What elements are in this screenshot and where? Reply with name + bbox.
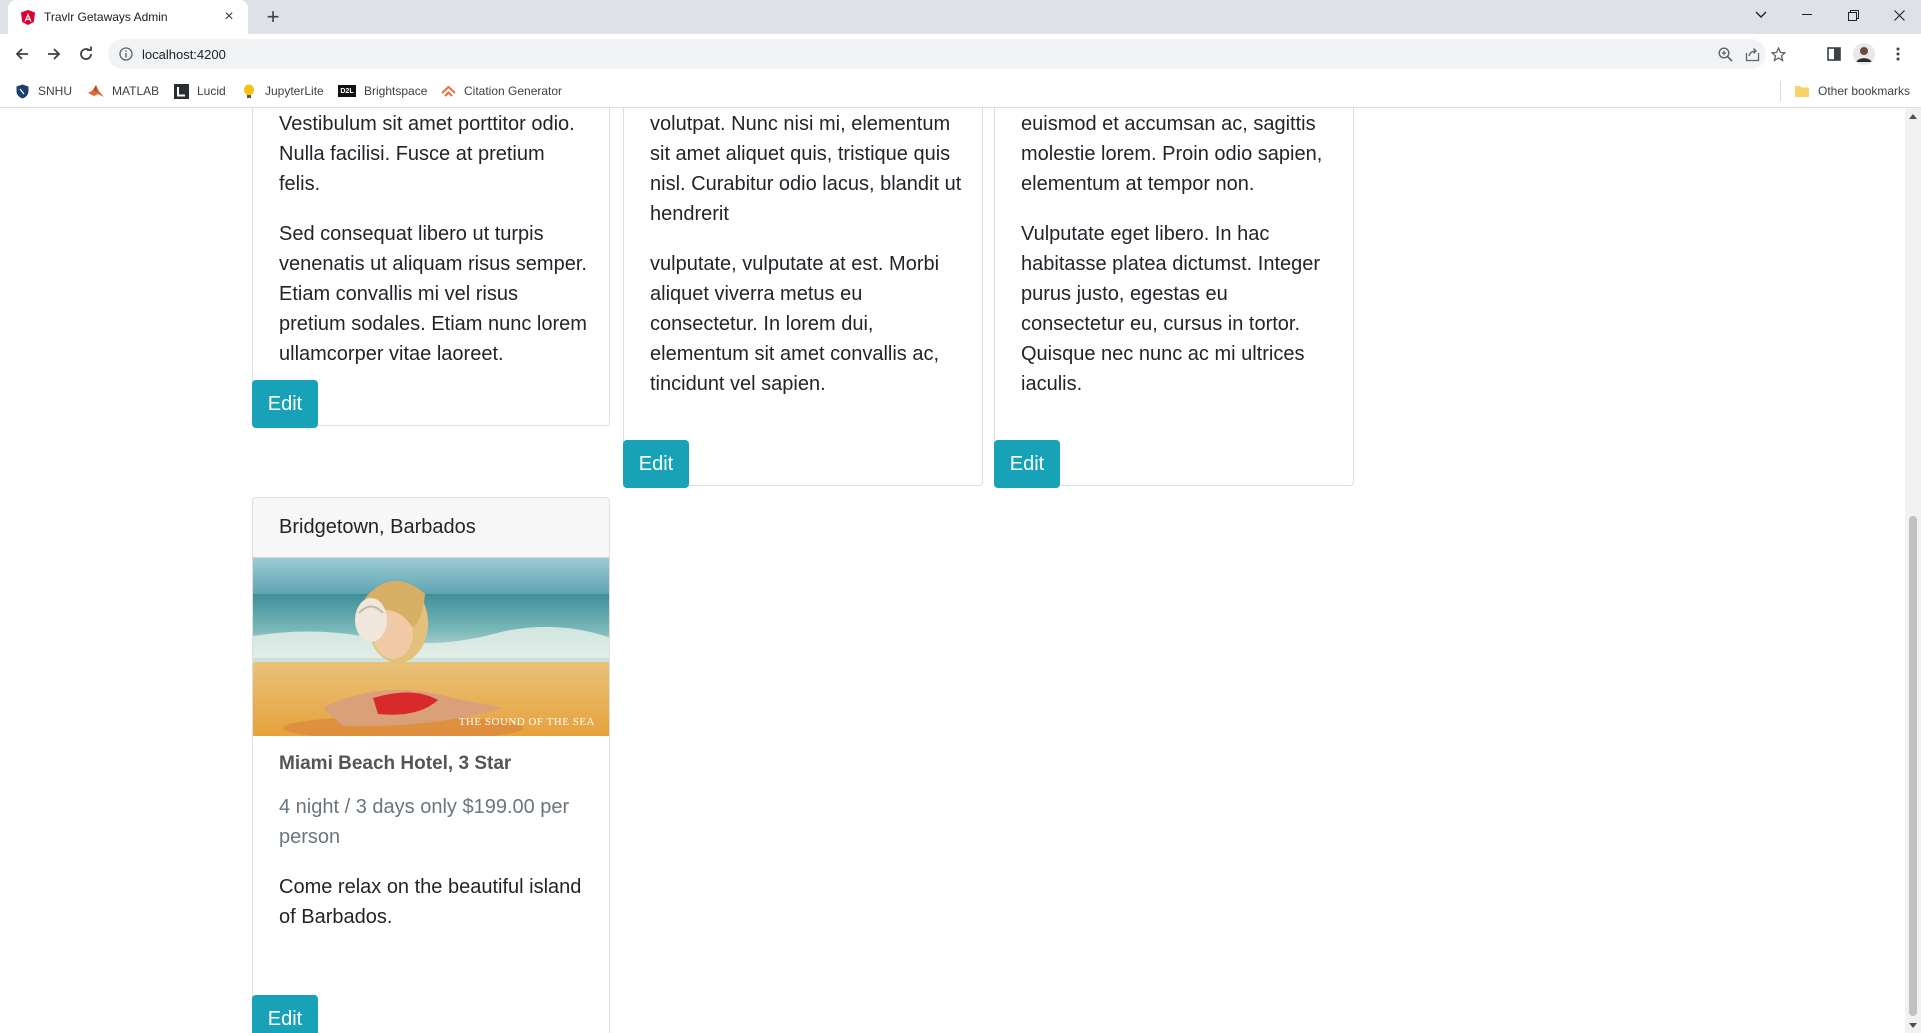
shield-icon — [14, 83, 30, 99]
card-body: euismod et accumsan ac, sagittis molesti… — [1021, 109, 1333, 419]
card-description: Vestibulum sit amet porttitor odio. Null… — [279, 113, 575, 195]
card-body: Vestibulum sit amet porttitor odio. Null… — [279, 109, 589, 389]
card-description: vulputate, vulputate at est. Morbi aliqu… — [650, 253, 940, 395]
forward-arrow-icon[interactable] — [42, 42, 66, 66]
lucid-icon — [173, 83, 189, 99]
edit-button[interactable]: Edit — [994, 440, 1060, 488]
bookmark-matlab[interactable]: MATLAB — [88, 82, 159, 100]
address-bar[interactable]: localhost:4200 — [108, 39, 1786, 69]
citation-icon — [440, 83, 456, 99]
zoom-icon[interactable] — [1717, 46, 1733, 62]
bookmark-label: MATLAB — [112, 84, 160, 98]
card-title: Miami Beach Hotel, 3 Star — [279, 753, 512, 774]
trip-card: euismod et accumsan ac, sagittis molesti… — [994, 108, 1354, 488]
bookmark-label: Brightspace — [364, 84, 428, 98]
card-description: Come relax on the beautiful island of Ba… — [279, 876, 582, 928]
bookmark-label: Citation Generator — [464, 84, 563, 98]
minimize-button[interactable] — [1784, 0, 1830, 30]
new-tab-button[interactable]: + — [260, 4, 286, 30]
bookmark-jupyterlite[interactable]: JupyterLite — [241, 82, 324, 100]
bookmark-label: Lucid — [197, 84, 226, 98]
card-header: Bridgetown, Barbados — [253, 498, 609, 558]
page-viewport: Vestibulum sit amet porttitor odio. Null… — [0, 108, 1905, 1033]
url-text: localhost:4200 — [142, 46, 226, 62]
bookmarks-bar: SNHU MATLAB Lucid JupyterLite D2L Bright… — [0, 74, 1921, 108]
beach-image: THE SOUND OF THE SEA — [253, 558, 609, 736]
share-icon[interactable] — [1744, 46, 1760, 62]
scroll-up-arrow-icon[interactable] — [1905, 108, 1921, 124]
edit-button[interactable]: Edit — [252, 995, 318, 1033]
image-caption: THE SOUND OF THE SEA — [458, 716, 595, 728]
matlab-icon — [88, 83, 104, 99]
bookmark-brightspace[interactable]: D2L Brightspace — [338, 82, 427, 100]
bookmark-label: JupyterLite — [265, 84, 324, 98]
profile-avatar[interactable] — [1852, 42, 1876, 66]
bookmark-label: SNHU — [38, 84, 73, 98]
browser-toolbar: localhost:4200 — [0, 34, 1921, 74]
reload-icon[interactable] — [74, 42, 98, 66]
bookmark-lucid[interactable]: Lucid — [173, 82, 226, 100]
site-info-icon[interactable] — [118, 46, 134, 62]
card-description: volutpat. Nunc nisi mi, elementum sit am… — [650, 113, 962, 225]
close-tab-icon[interactable]: × — [220, 8, 238, 26]
browser-tab-active[interactable]: Travlr Getaways Admin × — [8, 0, 248, 34]
card-description: Sed consequat libero ut turpis venenatis… — [279, 223, 587, 365]
edit-button[interactable]: Edit — [623, 440, 689, 488]
card-description: Vulputate eget libero. In hac habitasse … — [1021, 223, 1321, 395]
bookmark-snhu[interactable]: SNHU — [14, 82, 72, 100]
trip-card: Vestibulum sit amet porttitor odio. Null… — [252, 108, 610, 428]
scrollbar-thumb[interactable] — [1909, 516, 1917, 1016]
side-panel-icon[interactable] — [1822, 42, 1846, 66]
trip-card: volutpat. Nunc nisi mi, elementum sit am… — [623, 108, 983, 488]
tab-search-chevron-icon[interactable] — [1738, 0, 1784, 30]
chrome-menu-icon[interactable] — [1886, 42, 1910, 66]
close-window-button[interactable] — [1876, 0, 1921, 30]
angular-icon — [20, 9, 36, 25]
card-description: euismod et accumsan ac, sagittis molesti… — [1021, 113, 1323, 195]
other-bookmarks-label: Other bookmarks — [1818, 84, 1911, 98]
card-subtitle: 4 night / 3 days only $199.00 per person — [279, 796, 570, 848]
page-scrollbar[interactable] — [1905, 108, 1921, 1033]
edit-button[interactable]: Edit — [252, 380, 318, 428]
card-body: volutpat. Nunc nisi mi, elementum sit am… — [650, 109, 962, 419]
back-arrow-icon[interactable] — [10, 42, 34, 66]
folder-icon — [1794, 83, 1810, 99]
tab-strip: Travlr Getaways Admin × + — [0, 0, 1921, 34]
tab-title: Travlr Getaways Admin — [44, 10, 168, 24]
jupyter-icon — [241, 83, 257, 99]
d2l-icon: D2L — [338, 85, 356, 97]
bookmark-star-icon[interactable] — [1770, 46, 1786, 62]
other-bookmarks[interactable]: Other bookmarks — [1794, 82, 1910, 100]
trip-card-bridgetown: Bridgetown, Barbados THE SOUND OF THE SE… — [252, 497, 610, 1033]
bookmarks-divider — [1780, 81, 1781, 101]
card-body: Miami Beach Hotel, 3 Star 4 night / 3 da… — [279, 753, 589, 952]
restore-button[interactable] — [1830, 0, 1876, 30]
bookmark-citation-generator[interactable]: Citation Generator — [440, 82, 562, 100]
scroll-down-arrow-icon[interactable] — [1905, 1017, 1921, 1033]
